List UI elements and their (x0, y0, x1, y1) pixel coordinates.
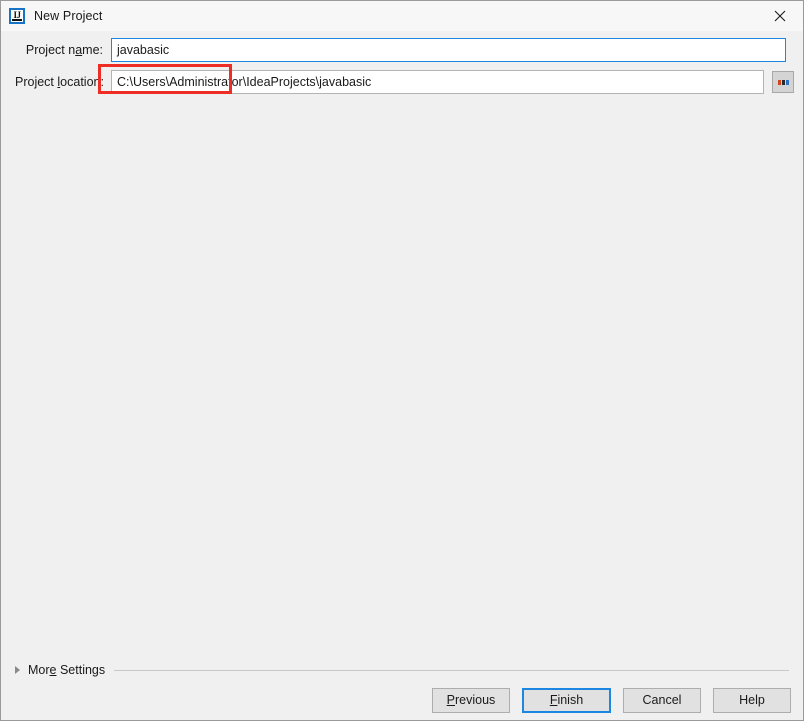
cancel-button[interactable]: Cancel (623, 687, 701, 713)
project-name-row: Project name: javabasic (1, 38, 803, 62)
dialog-content: Project name: javabasic Project location… (1, 31, 803, 720)
dialog-title: New Project (34, 9, 103, 23)
more-settings-label: More Settings (28, 663, 106, 677)
new-project-dialog: IJ New Project Project name: javabasic P… (0, 0, 804, 721)
close-button[interactable] (757, 1, 803, 31)
project-name-label: Project name: (25, 43, 103, 57)
project-location-row: Project location: C:\Users\Administrator… (1, 70, 803, 94)
project-location-label: Project location: (15, 75, 104, 89)
more-settings-separator (114, 669, 789, 671)
intellij-idea-icon: IJ (9, 8, 25, 24)
finish-button[interactable]: Finish (522, 687, 611, 713)
browse-location-button[interactable] (772, 71, 794, 93)
browse-ellipsis-icon (777, 79, 789, 85)
project-location-input[interactable]: C:\Users\Administrator\IdeaProjects\java… (111, 70, 764, 94)
help-button[interactable]: Help (713, 687, 791, 713)
more-settings-section[interactable]: More Settings (15, 660, 789, 680)
dialog-titlebar: IJ New Project (1, 1, 803, 31)
chevron-right-icon (15, 666, 20, 674)
project-name-input[interactable]: javabasic (111, 38, 786, 62)
close-icon (774, 10, 786, 22)
previous-button[interactable]: Previous (432, 687, 510, 713)
dialog-footer: Previous Finish Cancel Help (432, 686, 791, 714)
